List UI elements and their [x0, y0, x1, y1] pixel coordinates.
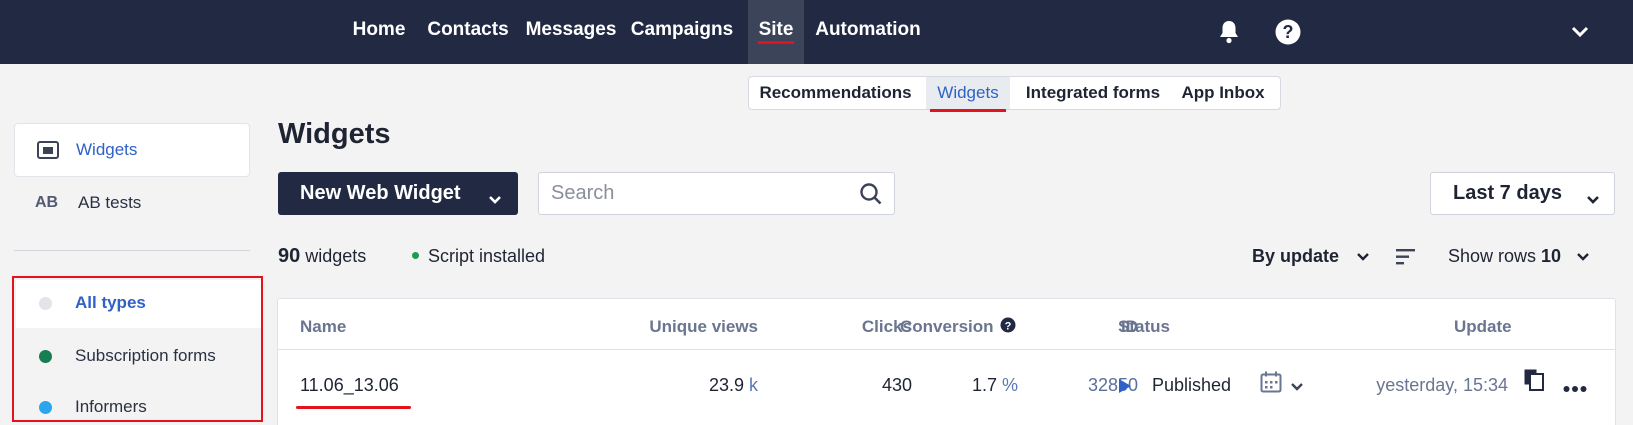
- nav-home[interactable]: Home: [346, 0, 412, 64]
- play-icon[interactable]: [1118, 378, 1132, 399]
- show-rows-label: Show rows: [1448, 246, 1537, 266]
- cell-unique-views: 23.9 k: [608, 375, 758, 396]
- tab-widgets[interactable]: Widgets: [926, 77, 1010, 112]
- widget-count: 90 widgets: [278, 245, 366, 268]
- period-select[interactable]: Last 7 days: [1430, 172, 1615, 215]
- new-web-widget-button[interactable]: New Web Widget: [278, 172, 518, 215]
- chevron-down-icon: [488, 188, 502, 211]
- sort-select[interactable]: By update: [1252, 246, 1370, 267]
- col-header-conversion-label: Conversion: [900, 317, 994, 336]
- nav-site[interactable]: Site: [748, 0, 804, 64]
- tab-app-inbox[interactable]: App Inbox: [1174, 77, 1272, 109]
- type-label: Informers: [75, 397, 147, 416]
- tab-integrated-forms[interactable]: Integrated forms: [1022, 77, 1164, 109]
- tab-recommendations[interactable]: Recommendations: [753, 77, 918, 109]
- sidebar-item-widgets[interactable]: Widgets: [14, 123, 250, 177]
- more-options-icon[interactable]: [1563, 380, 1587, 398]
- sidebar-divider: [14, 250, 250, 251]
- widget-count-label: widgets: [305, 246, 367, 266]
- period-value: Last 7 days: [1453, 182, 1562, 204]
- widgets-table: Name Unique views Clicks Conversion ? ID…: [277, 298, 1616, 425]
- svg-text:?: ?: [1283, 22, 1294, 42]
- type-label: Subscription forms: [75, 346, 216, 365]
- table-header-divider: [278, 349, 1615, 350]
- widget-name-link[interactable]: 11.06_13.06: [300, 375, 399, 396]
- active-subtab-underline: [930, 109, 1006, 112]
- help-icon[interactable]: ?: [1270, 14, 1306, 50]
- active-tab-underline: [758, 41, 794, 44]
- nav-automation[interactable]: Automation: [812, 0, 924, 64]
- copy-icon[interactable]: [1524, 369, 1544, 396]
- svg-text:?: ?: [1005, 320, 1012, 332]
- calendar-icon[interactable]: [1260, 371, 1282, 398]
- help-icon[interactable]: ?: [1000, 317, 1016, 338]
- account-menu-chevron-icon[interactable]: [1562, 14, 1598, 50]
- conversion-value: 1.7: [971, 375, 997, 395]
- new-web-widget-label: New Web Widget: [300, 182, 461, 204]
- nav-contacts[interactable]: Contacts: [422, 0, 514, 64]
- script-status-label: Script installed: [428, 246, 546, 266]
- site-subtabs: Recommendations Widgets Integrated forms…: [748, 76, 1281, 112]
- chevron-down-icon: [1356, 246, 1370, 267]
- sort-label: By update: [1252, 246, 1340, 266]
- conversion-unit: %: [1001, 375, 1018, 395]
- cell-clicks: 430: [881, 375, 912, 395]
- search-input[interactable]: [551, 173, 841, 214]
- sidebar-item-label: AB tests: [78, 193, 142, 212]
- type-dot-icon: [39, 297, 52, 310]
- views-unit: k: [749, 375, 758, 395]
- status-chevron-down-icon[interactable]: [1290, 379, 1304, 397]
- chevron-down-icon: [1586, 188, 1600, 211]
- type-dot-icon: [39, 350, 52, 363]
- col-header-name[interactable]: Name: [300, 317, 346, 337]
- show-rows-select[interactable]: Show rows 10: [1448, 246, 1590, 267]
- cell-conversion: 1.7 %: [898, 375, 1018, 396]
- search-icon[interactable]: [859, 182, 883, 211]
- type-all[interactable]: All types: [16, 280, 261, 328]
- type-subscription-forms[interactable]: Subscription forms: [16, 333, 261, 381]
- show-rows-value: 10: [1541, 246, 1562, 266]
- nav-site-label: Site: [758, 19, 794, 40]
- type-informers[interactable]: Informers: [16, 377, 261, 425]
- top-navigation-bar: Home Contacts Messages Campaigns Site Au…: [0, 0, 1633, 64]
- search-box: [538, 172, 895, 215]
- status-label: Published: [1152, 375, 1232, 395]
- widget-count-number: 90: [278, 245, 301, 267]
- nav-messages[interactable]: Messages: [524, 0, 618, 64]
- page-title: Widgets: [278, 118, 391, 150]
- sidebar-item-label: Widgets: [76, 140, 138, 159]
- script-status: Script installed: [412, 246, 545, 267]
- sidebar-item-ab-tests[interactable]: AB AB tests: [14, 177, 250, 231]
- widget-type-filter: All types Subscription forms Informers: [12, 276, 263, 422]
- name-underline: [296, 406, 411, 409]
- tab-widgets-label: Widgets: [937, 83, 999, 102]
- widget-icon: [37, 141, 59, 164]
- col-header-clicks[interactable]: Clicks: [798, 317, 912, 337]
- type-dot-icon: [39, 401, 52, 414]
- col-header-unique-views[interactable]: Unique views: [608, 317, 758, 337]
- views-value: 23.9: [708, 375, 744, 395]
- cell-update: yesterday, 15:34: [1376, 375, 1508, 395]
- chevron-down-icon: [1576, 246, 1590, 267]
- col-header-conversion[interactable]: Conversion ?: [900, 317, 1016, 338]
- status-dot-icon: [412, 251, 419, 259]
- type-label: All types: [75, 293, 146, 312]
- col-header-status[interactable]: Status: [1118, 317, 1170, 337]
- nav-campaigns[interactable]: Campaigns: [629, 0, 735, 64]
- sort-order-icon[interactable]: [1396, 248, 1416, 271]
- ab-icon: AB: [35, 194, 59, 211]
- bell-icon[interactable]: [1211, 14, 1247, 50]
- col-header-update[interactable]: Update: [1454, 317, 1512, 337]
